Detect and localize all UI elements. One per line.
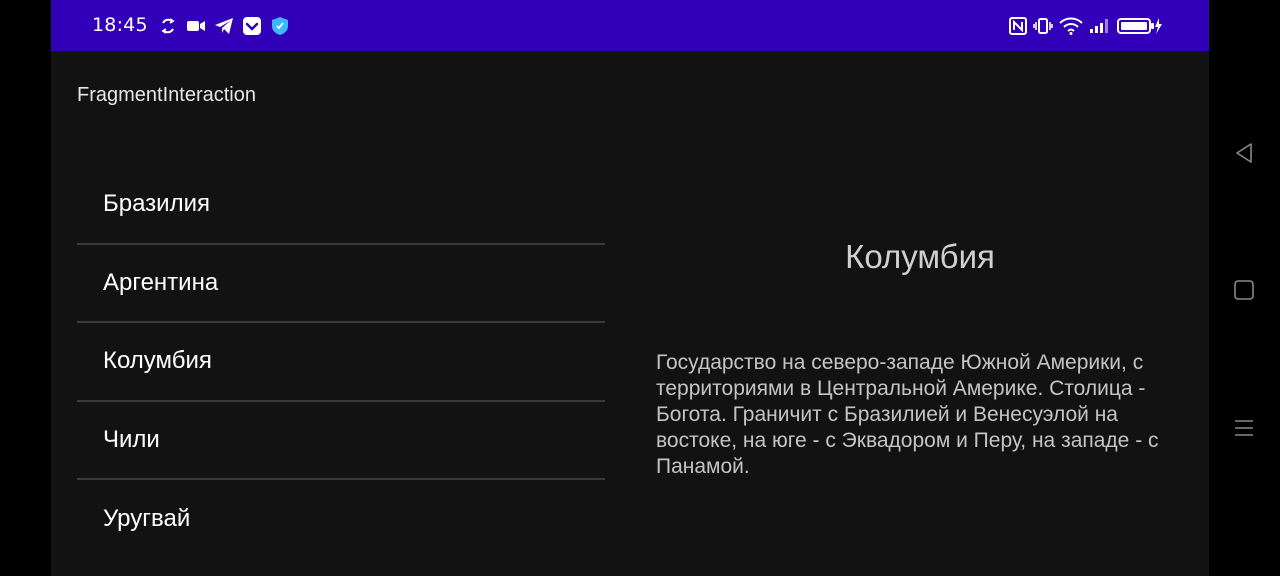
detail-description: Государство на северо-западе Южной Амери…	[656, 351, 1159, 478]
detail-title: Колумбия	[845, 238, 995, 275]
telegram-icon	[213, 15, 235, 37]
app-screen: 18:45 FragmentInteraction Бразилия Арген…	[51, 0, 1209, 576]
video-camera-icon	[185, 15, 207, 37]
country-list-item[interactable]: Чили	[77, 402, 605, 480]
status-bar: 18:45	[51, 0, 1209, 51]
vibrate-icon	[1033, 15, 1053, 37]
status-system-icons	[1003, 15, 1163, 37]
country-list-item[interactable]: Аргентина	[77, 245, 605, 323]
country-list-item[interactable]: Колумбия	[77, 323, 605, 402]
home-icon[interactable]	[1231, 277, 1257, 303]
status-time: 18:45	[92, 14, 148, 36]
country-list-item[interactable]: Бразилия	[77, 166, 605, 245]
navigation-bar	[1209, 0, 1280, 576]
shield-icon	[269, 15, 291, 37]
back-icon[interactable]	[1231, 140, 1257, 166]
status-notification-icons	[157, 15, 297, 37]
pocket-icon	[241, 15, 263, 37]
country-list-item[interactable]: Уругвай	[77, 480, 605, 559]
nfc-icon	[1009, 15, 1027, 37]
recents-icon[interactable]	[1231, 415, 1257, 441]
battery-charging-icon	[1117, 15, 1163, 37]
sync-icon	[157, 15, 179, 37]
wifi-icon	[1059, 15, 1083, 37]
app-title: FragmentInteraction	[77, 84, 256, 106]
country-list: Бразилия Аргентина Колумбия Чили Уругвай	[77, 166, 605, 559]
signal-icon	[1089, 15, 1111, 37]
